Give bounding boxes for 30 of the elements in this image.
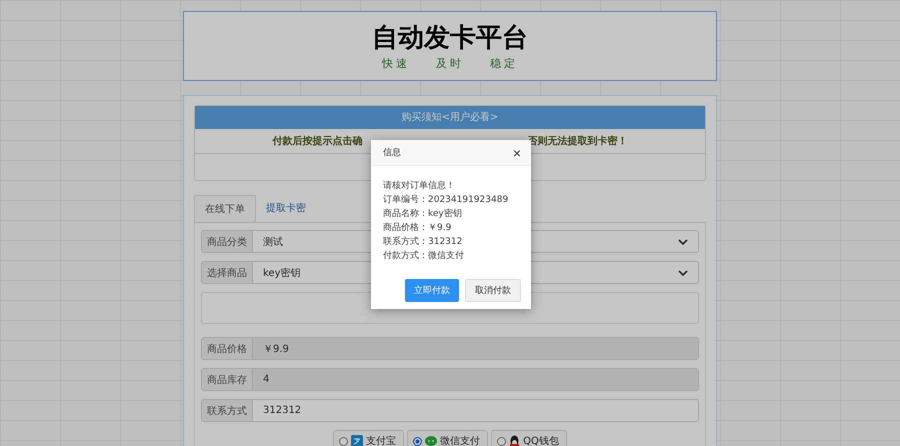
chevron-down-icon [678,238,688,244]
radio-button[interactable] [413,436,422,446]
tab[interactable]: 在线下单 [194,195,256,222]
chevron-down-icon [678,270,688,276]
dialog-text: 订单编号：20234191923489 [383,194,510,207]
radio-button[interactable] [339,436,348,446]
slogan: 稳定 [490,56,518,71]
dialog-text: 付款方式：微信支付 [383,250,465,263]
payment-option[interactable]: QQ钱包 [491,430,567,446]
chat-bubble-icon [425,436,438,446]
slogan: 快速 [382,56,410,71]
site-title: 自动发卡平台 [372,22,528,54]
dialog-title: 信息 [383,146,401,159]
dialog-button[interactable]: 取消付款 [465,279,521,302]
radio-button[interactable] [497,436,506,446]
tab[interactable]: 提取卡密 [256,195,316,222]
notice-header: 购买须知<用户必看> [195,106,705,129]
close-button[interactable]: × [512,146,521,160]
slogan: 及时 [436,56,464,71]
field-label: 选择商品 [202,262,253,283]
field-label: 商品分类 [202,231,253,252]
payment-option[interactable]: 支付宝 [333,430,404,446]
dialog-text: 商品价格：￥9.9 [383,222,452,235]
notice-text: 付款后按提示点击确 [272,134,362,148]
payment-option[interactable]: 微信支付 [407,430,488,446]
penguin-icon [509,435,520,446]
dialog-text: 请核对订单信息！ [383,180,456,193]
dialog-text: 商品名称：key密钥 [383,208,463,221]
alipay-icon [351,435,364,446]
dialog-text: 联系方式：312312 [383,236,464,249]
